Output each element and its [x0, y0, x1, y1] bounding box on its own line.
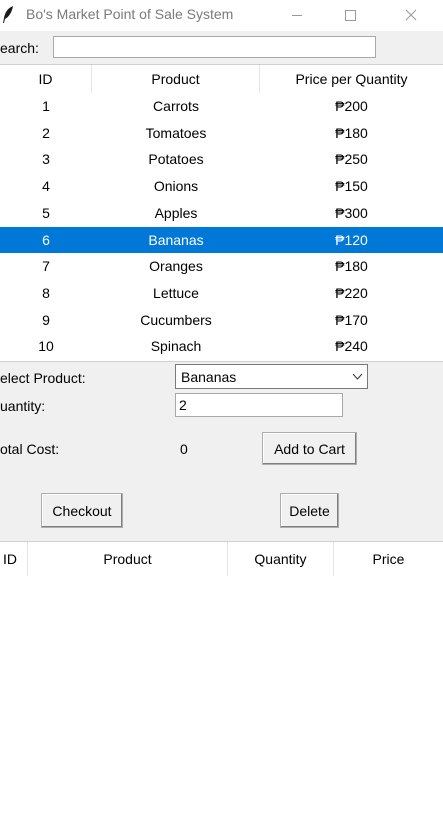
row-id-cell: 9: [42, 311, 50, 328]
cart-header-price[interactable]: Price: [334, 542, 443, 576]
row-id-cell: 10: [38, 338, 54, 355]
row-price-cell: ₱120: [335, 231, 368, 248]
table-row[interactable]: 2 Tomatoes ₱180: [0, 120, 443, 147]
quantity-label: uantity:: [0, 398, 46, 414]
table-row[interactable]: 6 Bananas ₱120: [0, 226, 443, 254]
table-row[interactable]: 7 Oranges ₱180: [0, 253, 443, 280]
row-price-cell: ₱240: [335, 338, 368, 355]
row-product-cell: Apples: [154, 204, 198, 221]
row-id-cell: 7: [42, 258, 50, 275]
column-header-price[interactable]: Price per Quantity: [260, 65, 443, 93]
row-product-cell: Bananas: [148, 231, 204, 248]
minimize-icon: [292, 15, 302, 16]
row-id-cell: 6: [42, 231, 50, 248]
total-cost-label: otal Cost:: [0, 441, 60, 457]
row-price-cell: ₱180: [335, 124, 368, 141]
chevron-down-icon: [352, 373, 363, 380]
row-product-cell: Oranges: [149, 258, 203, 275]
row-product-cell: Cucumbers: [140, 311, 212, 328]
close-icon: [405, 9, 417, 21]
table-row[interactable]: 4 Onions ₱150: [0, 173, 443, 200]
cart-header-id[interactable]: ID: [0, 542, 28, 576]
row-product-cell: Tomatoes: [145, 124, 207, 141]
delete-button[interactable]: Delete: [280, 493, 339, 528]
cart-table-header: ID Product Quantity Price: [0, 542, 443, 576]
minimize-button[interactable]: [274, 0, 320, 31]
product-select-value: Bananas: [181, 369, 237, 385]
row-price-cell: ₱300: [335, 204, 368, 221]
feather-icon: [3, 6, 13, 23]
title-bar: Bo's Market Point of Sale System: [0, 0, 443, 31]
table-row[interactable]: 9 Cucumbers ₱170: [0, 307, 443, 334]
table-row[interactable]: 5 Apples ₱300: [0, 200, 443, 227]
table-row[interactable]: 10 Spinach ₱240: [0, 333, 443, 360]
row-price-cell: ₱200: [335, 98, 368, 114]
row-product-cell: Spinach: [150, 338, 202, 355]
add-to-cart-button[interactable]: Add to Cart: [262, 432, 357, 465]
row-id-cell: 8: [42, 284, 50, 301]
maximize-icon: [345, 10, 356, 21]
row-product-cell: Potatoes: [148, 151, 204, 168]
product-select[interactable]: Bananas: [175, 364, 368, 389]
cart-header-quantity[interactable]: Quantity: [228, 542, 334, 576]
row-id-cell: 2: [42, 124, 50, 141]
row-id-cell: 5: [42, 204, 50, 221]
products-table[interactable]: ID Product Price per Quantity 1 Carrots ₱2…: [0, 64, 443, 362]
checkout-button[interactable]: Checkout: [41, 493, 123, 528]
row-price-cell: ₱150: [335, 178, 368, 195]
row-price-cell: ₱170: [335, 311, 368, 328]
row-price-cell: ₱180: [335, 258, 368, 275]
row-id-cell: 4: [42, 178, 50, 195]
cart-table[interactable]: ID Product Quantity Price: [0, 541, 443, 837]
maximize-button[interactable]: [328, 0, 374, 31]
total-cost-value: 0: [180, 441, 188, 457]
quantity-input[interactable]: [175, 393, 343, 417]
column-header-product[interactable]: Product: [92, 65, 260, 93]
close-button[interactable]: [389, 0, 435, 31]
row-id-cell: 1: [42, 98, 50, 114]
window-title: Bo's Market Point of Sale System: [26, 6, 234, 22]
row-product-cell: Carrots: [153, 98, 199, 114]
table-row[interactable]: 8 Lettuce ₱220: [0, 280, 443, 307]
row-price-cell: ₱250: [335, 151, 368, 168]
table-row[interactable]: 1 Carrots ₱200: [0, 93, 443, 120]
row-id-cell: 3: [42, 151, 50, 168]
column-header-id[interactable]: ID: [0, 65, 92, 93]
row-product-cell: Lettuce: [153, 284, 199, 301]
table-row[interactable]: 3 Potatoes ₱250: [0, 146, 443, 173]
row-product-cell: Onions: [153, 178, 199, 195]
search-input[interactable]: [53, 36, 376, 58]
select-product-label: elect Product:: [0, 370, 86, 386]
cart-header-product[interactable]: Product: [28, 542, 228, 576]
search-label: earch:: [0, 40, 39, 56]
row-price-cell: ₱220: [335, 284, 368, 301]
products-table-header: ID Product Price per Quantity: [0, 65, 443, 93]
